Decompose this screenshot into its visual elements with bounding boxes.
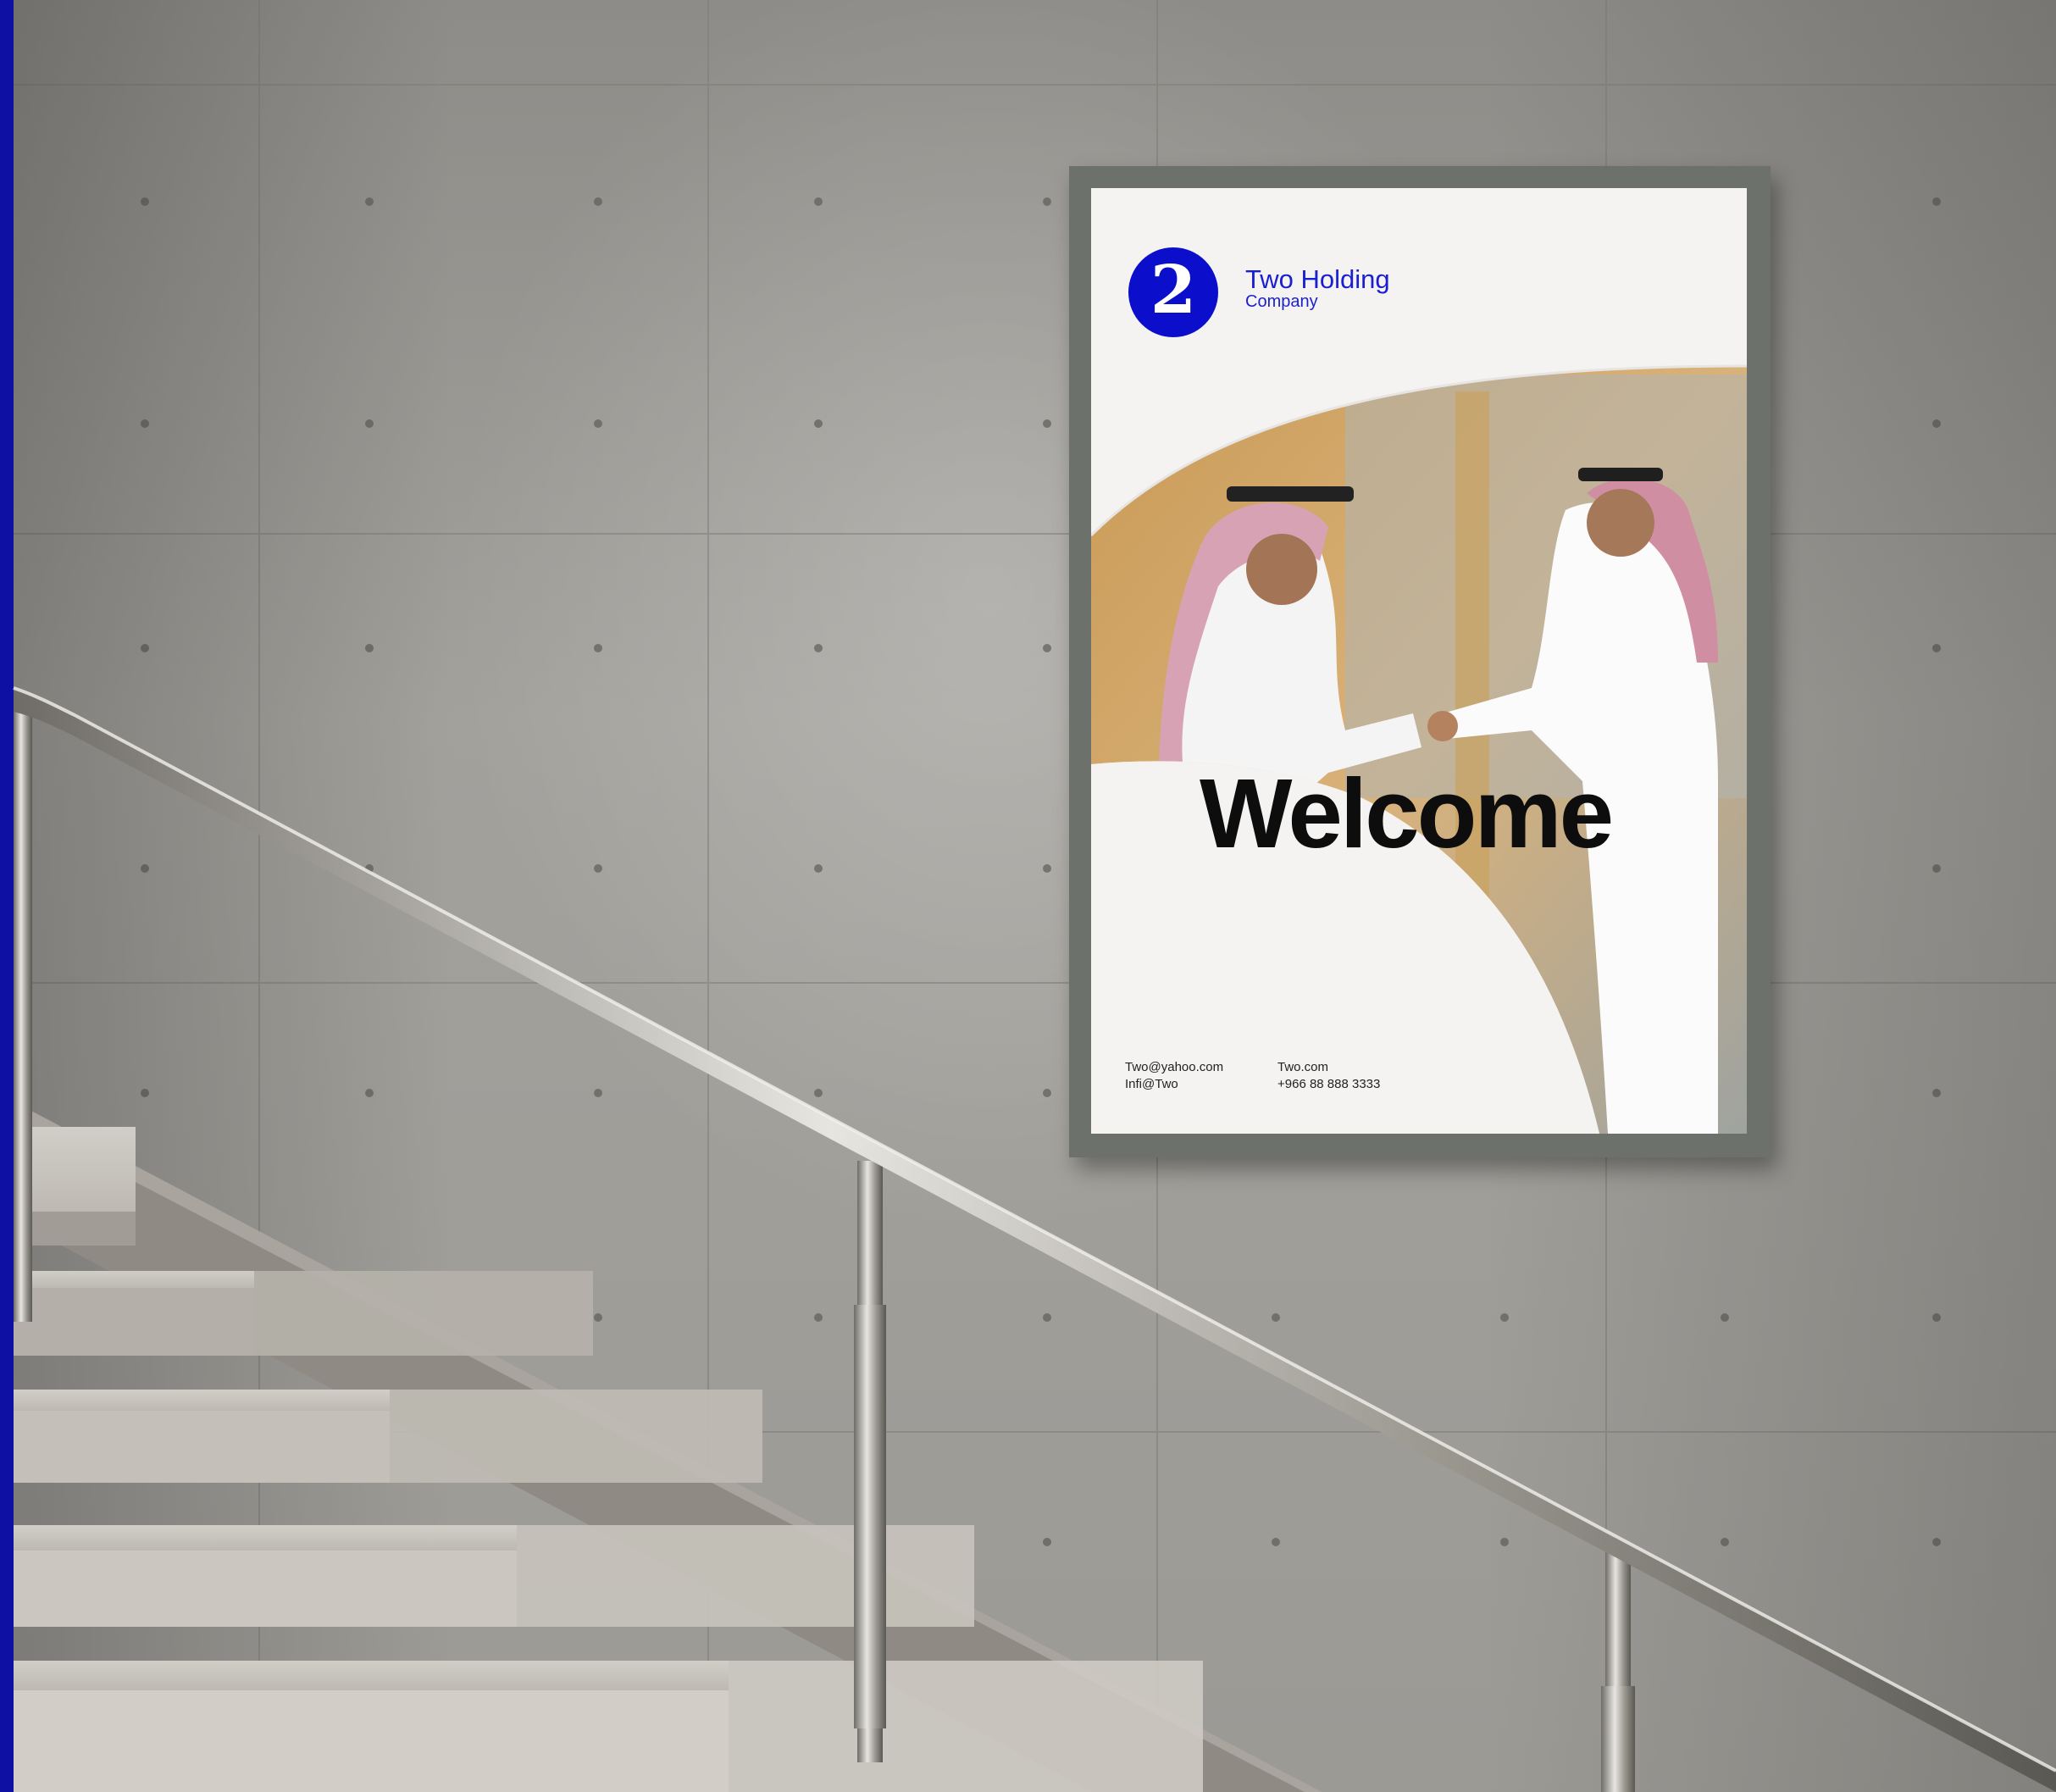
stairs-and-handrail — [13, 686, 2056, 1792]
scene: 2 Two Holding Company Welcome Two@yahoo.… — [0, 0, 2056, 1792]
